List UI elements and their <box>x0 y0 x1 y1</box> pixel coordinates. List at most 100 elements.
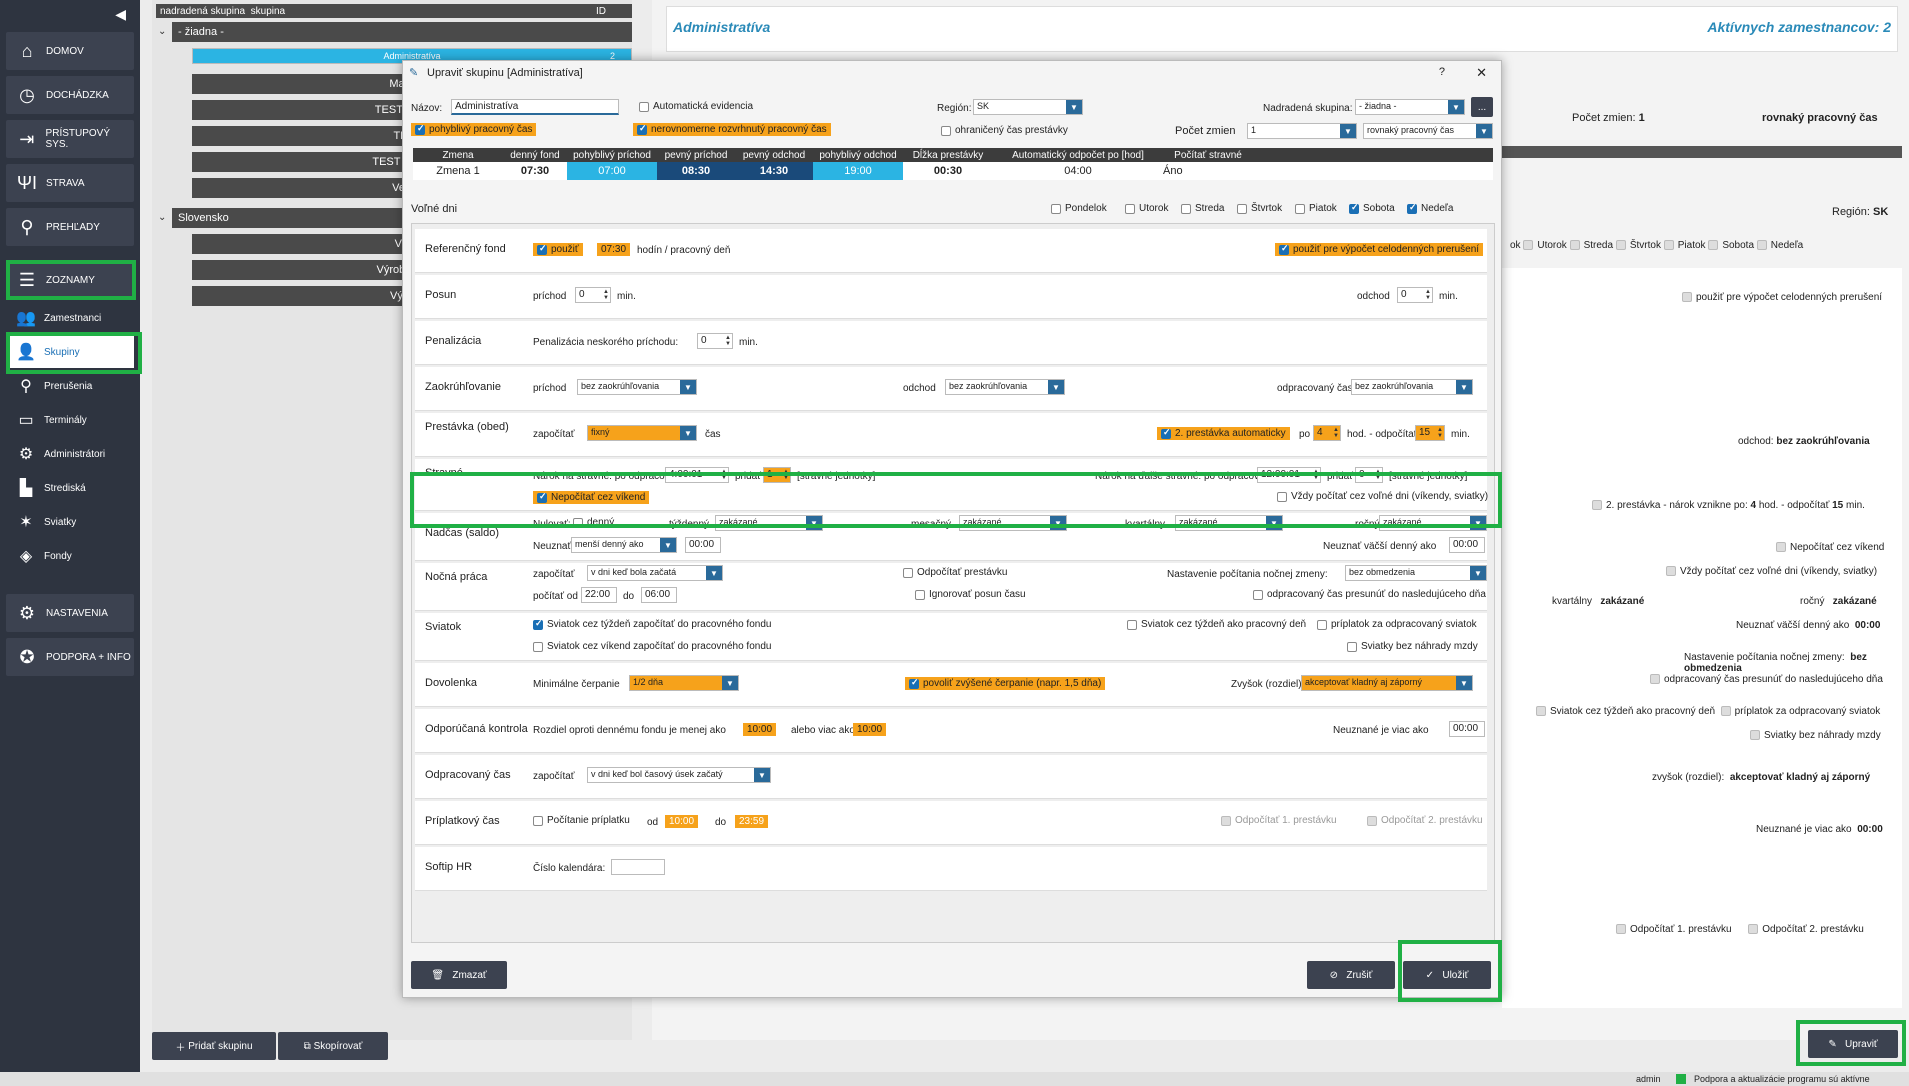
calendar-number-input[interactable] <box>611 859 665 875</box>
bonus-b1-checkbox[interactable]: Odpočítať 1. prestávku <box>1221 815 1337 826</box>
hol-nocomp-checkbox[interactable]: Sviatky bez náhrady mzdy <box>1347 641 1478 652</box>
chevron-down-icon[interactable]: ⌄ <box>158 212 166 223</box>
bonus-to-input[interactable]: 23:59 <box>735 815 769 828</box>
region-select[interactable]: SK ▼ <box>973 99 1083 115</box>
edit-button[interactable]: ✎ Upraviť <box>1808 1030 1898 1058</box>
shifts-select[interactable]: 1 ▼ <box>1247 123 1357 139</box>
bonus-count-checkbox[interactable]: Počítanie príplatku <box>533 815 630 826</box>
nav-domov[interactable]: ⌂ DOMOV <box>6 32 134 70</box>
over-daily-checkbox[interactable]: denný <box>573 517 614 528</box>
nav-dochadzka[interactable]: ◷ DOCHÁDZKA <box>6 76 134 114</box>
vac-allow-checkbox[interactable]: povoliť zvýšené čerpanie (napr. 1,5 dňa) <box>905 677 1106 690</box>
posun-departure-spinner[interactable]: 0 ▲ ▼ <box>1397 287 1433 303</box>
over-more-input[interactable]: 00:00 <box>1449 537 1485 553</box>
night-mode-select[interactable]: v dni keď bola začatá ▼ <box>587 565 723 581</box>
admin-icon: ⚙ <box>18 446 34 463</box>
break2-min-spinner[interactable]: 15 ▲ ▼ <box>1415 425 1445 441</box>
bonus-from-input[interactable]: 10:00 <box>665 815 699 828</box>
more-button[interactable]: ... <box>1471 97 1493 117</box>
uneven-time-checkbox[interactable]: nerovnomerne rozvrhnutý pracovný čas <box>633 123 831 136</box>
chevron-down-icon[interactable]: ⌄ <box>158 26 166 37</box>
penalty-spinner[interactable]: 0 ▲ ▼ <box>697 333 733 349</box>
posun-arrival-spinner[interactable]: 0 ▲ ▼ <box>575 287 611 303</box>
save-button[interactable]: ✓ Uložiť <box>1403 961 1491 989</box>
meal-add2-spinner[interactable]: 0 ▲ ▼ <box>1355 467 1383 483</box>
day-stvrtok[interactable]: Štvrtok <box>1237 203 1282 214</box>
nav-terminaly[interactable]: ▭ Terminály <box>6 404 134 436</box>
nav-strava[interactable]: ΨΙ STRAVA <box>6 164 134 202</box>
hol-week-checkbox[interactable]: Sviatok cez týždeň započítať do pracovné… <box>533 618 771 630</box>
over-weekly-select[interactable]: zakázané ▼ <box>715 515 823 531</box>
day-utorok[interactable]: Utorok <box>1125 203 1168 214</box>
worked-mode-select[interactable]: v dni keď bol časový úsek začatý ▼ <box>587 767 771 783</box>
round-departure-select[interactable]: bez zaokrúhľovania ▼ <box>945 379 1065 395</box>
copy-group-button[interactable]: ⧉ Skopírovať <box>278 1032 388 1060</box>
over-less-input[interactable]: 00:00 <box>685 537 721 553</box>
nav-prerusenia[interactable]: ⚲ Prerušenia <box>6 370 134 402</box>
night-to-input[interactable]: 06:00 <box>641 587 677 603</box>
meal-add-spinner[interactable]: 1 ▲ ▼ <box>763 467 791 483</box>
hol-week-work-checkbox[interactable]: Sviatok cez týždeň ako pracovný deň <box>1127 619 1306 630</box>
meal-next-spinner[interactable]: 12:00:01 ▲ ▼ <box>1257 467 1321 483</box>
close-button[interactable]: ✕ <box>1476 65 1487 81</box>
tree-group-ziadna[interactable]: - žiadna - <box>172 22 632 42</box>
ctrl-more-input[interactable]: 10:00 <box>853 723 887 736</box>
nav-strediska[interactable]: ▙ Strediská <box>6 472 134 504</box>
night-sub-break-checkbox[interactable]: Odpočítať prestávku <box>903 567 1007 578</box>
meal-claim-spinner[interactable]: 4:00:01 ▲ ▼ <box>665 467 729 483</box>
nav-skupiny[interactable]: 👤 Skupiny <box>6 336 134 368</box>
over-yearly-select[interactable]: zakázané ▼ <box>1379 515 1487 531</box>
over-monthly-select[interactable]: zakázané ▼ <box>959 515 1067 531</box>
add-group-button[interactable]: ＋ Pridať skupinu <box>152 1032 276 1060</box>
collapse-arrow-icon[interactable]: ◀ <box>115 6 126 23</box>
break2-hours-spinner[interactable]: 4 ▲ ▼ <box>1313 425 1341 441</box>
parent-select[interactable]: - žiadna - ▼ <box>1355 99 1465 115</box>
help-button[interactable]: ? <box>1439 66 1445 78</box>
nav-sviatky[interactable]: ✶ Sviatky <box>6 506 134 538</box>
nav-podpora[interactable]: ✪ PODPORA + INFO <box>6 638 134 676</box>
table-row[interactable]: Zmena 1 07:30 07:00 08:30 14:30 19:00 00… <box>413 162 1493 180</box>
break-type-select[interactable]: fixný ▼ <box>587 425 697 441</box>
nav-nastavenia[interactable]: ⚙ NASTAVENIA <box>6 594 134 632</box>
limited-break-checkbox[interactable]: ohraničený čas prestávky <box>941 125 1068 136</box>
flex-time-checkbox[interactable]: pohyblivý pracovný čas <box>411 123 537 136</box>
round-worked-select[interactable]: bez zaokrúhľovania ▼ <box>1351 379 1473 395</box>
day-pondelok[interactable]: Pondelok <box>1051 203 1107 214</box>
meal-always-checkbox[interactable]: Vždy počítať cez voľné dni (víkendy, svi… <box>1277 491 1488 502</box>
delete-button[interactable]: 🗑 Zmazať <box>411 961 507 989</box>
nav-fondy[interactable]: ◈ Fondy <box>6 540 134 572</box>
break2-auto-checkbox[interactable]: 2. prestávka automaticky <box>1157 427 1290 440</box>
vac-min-select[interactable]: 1/2 dňa ▼ <box>629 675 739 691</box>
nav-prehlady[interactable]: ⚲ PREHĽADY <box>6 208 134 246</box>
night-from-input[interactable]: 22:00 <box>581 587 617 603</box>
day-piatok[interactable]: Piatok <box>1295 203 1337 214</box>
bonus-b2-checkbox[interactable]: Odpočítať 2. prestávku <box>1367 815 1483 826</box>
hol-bonus-checkbox[interactable]: príplatok za odpracovaný sviatok <box>1317 619 1477 630</box>
name-input[interactable]: Administratíva <box>451 99 619 115</box>
nav-zamestnanci[interactable]: 👥 Zamestnanci <box>6 302 134 334</box>
meal-no-weekend-checkbox[interactable]: Nepočítať cez víkend <box>533 491 650 504</box>
even-time-select[interactable]: rovnaký pracovný čas ▼ <box>1363 123 1493 139</box>
cancel-button[interactable]: ⊘ Zrušiť <box>1307 961 1395 989</box>
night-setting-select[interactable]: bez obmedzenia ▼ <box>1345 565 1487 581</box>
day-sobota[interactable]: Sobota <box>1349 202 1395 214</box>
vac-rest-select[interactable]: akceptovať kladný aj záporný ▼ <box>1301 675 1473 691</box>
day-streda[interactable]: Streda <box>1181 203 1224 214</box>
auto-evid-checkbox[interactable]: Automatická evidencia <box>639 101 753 112</box>
holiday-week: Sviatok cez týždeň ako pracovný deň príp… <box>1536 706 1880 717</box>
ref-use-checkbox[interactable]: použiť <box>533 243 583 256</box>
night-move-checkbox[interactable]: odpracovaný čas presunúť do nasledujúceh… <box>1253 589 1486 600</box>
round-arrival-select[interactable]: bez zaokrúhľovania ▼ <box>577 379 697 395</box>
over-quarterly-select[interactable]: zakázané ▼ <box>1175 515 1283 531</box>
hol-weekend-checkbox[interactable]: Sviatok cez víkend započítať do pracovné… <box>533 641 771 652</box>
nav-pristupovy[interactable]: ⇥ PRÍSTUPOVÝ SYS. <box>6 120 134 158</box>
nav-zoznamy[interactable]: ☰ ZOZNAMY <box>6 264 134 296</box>
nav-administratori[interactable]: ⚙ Administrátori <box>6 438 134 470</box>
ref-hours[interactable]: 07:30 <box>597 243 631 256</box>
ref-full-day-checkbox[interactable]: použiť pre výpočet celodenných prerušení <box>1275 243 1484 256</box>
over-less-select[interactable]: menší denný ako ▼ <box>571 537 677 553</box>
ctrl-less-input[interactable]: 10:00 <box>743 723 777 736</box>
night-ignore-checkbox[interactable]: Ignorovať posun času <box>915 589 1026 600</box>
ctrl-notmore-input[interactable]: 00:00 <box>1449 721 1485 737</box>
day-nedela[interactable]: Nedeľa <box>1407 202 1453 214</box>
